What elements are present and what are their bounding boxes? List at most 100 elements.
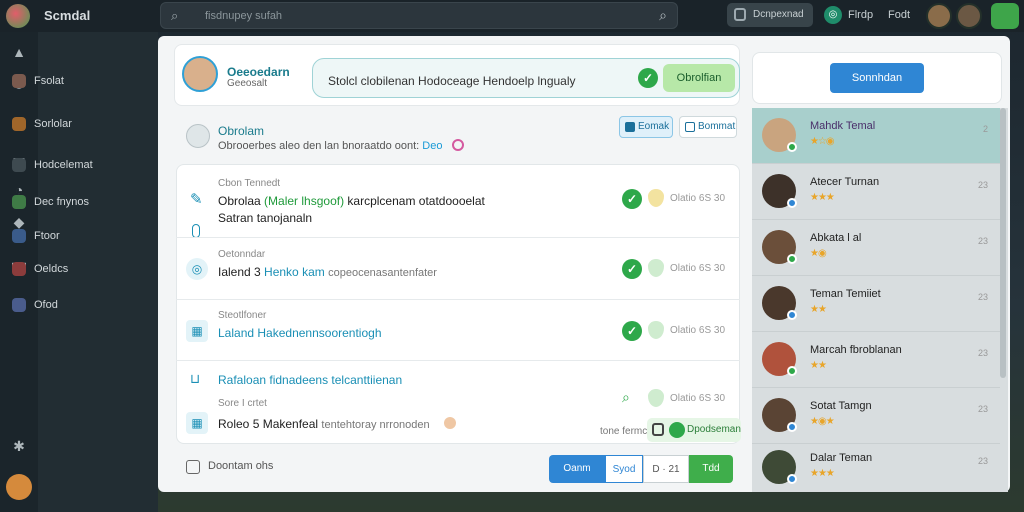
row-caption: Oetonndar <box>218 249 266 260</box>
row-id: Olatio 6S 30 <box>670 263 726 274</box>
contact-item[interactable]: Atecer Turnan ★★★ 23 <box>752 164 1000 220</box>
chart-icon: ▦ <box>186 320 208 342</box>
contact-time: 2 <box>982 124 988 134</box>
segment-button-4[interactable]: Tdd <box>689 455 733 483</box>
status-dot <box>787 310 797 320</box>
row-id: Olatio 6S 30 <box>670 325 726 336</box>
search-input[interactable]: fisdnupey sufah <box>205 10 282 22</box>
attachment-icon[interactable] <box>192 224 200 238</box>
status-icon[interactable]: ◎ <box>824 6 842 24</box>
chip-label: Bommat <box>698 121 736 132</box>
chart-icon: ▦ <box>186 412 208 434</box>
sidebar-item-icon <box>12 195 26 209</box>
group-link[interactable]: Deo <box>422 140 442 152</box>
document-button-label: Doontam ohs <box>208 460 274 472</box>
row-highlight[interactable]: (Maler lhsgoof) <box>264 194 344 208</box>
compose-submit-button[interactable]: Obrolfian <box>663 64 735 92</box>
rating-stars: ★◉★ <box>810 416 835 427</box>
row-main-text: Obrolaa (Maler lhsgoof) karcplcenam otat… <box>218 194 485 208</box>
sidebar-item[interactable]: Dec fnynos <box>12 193 118 211</box>
contact-name: Marcah fbroblanan <box>810 344 902 356</box>
contact-item[interactable]: Teman Temiiet ★★ 23 <box>752 276 1000 332</box>
row-text: Roleo 5 Makenfeal <box>218 417 319 431</box>
lock-icon <box>652 423 664 436</box>
row-highlight[interactable]: Henko kam <box>264 265 325 279</box>
sidebar-item[interactable]: Fsolat <box>12 72 118 90</box>
group-avatar[interactable] <box>186 124 210 148</box>
top-link-1[interactable]: Flrdp <box>848 9 873 21</box>
rating-stars: ★★★ <box>810 468 835 479</box>
sidebar-item-icon <box>12 117 26 131</box>
divider <box>176 360 740 361</box>
right-panel-button[interactable]: Sonnhdan <box>830 63 924 93</box>
contact-item[interactable]: Mahdk Temal ★☆◉ 2 <box>752 108 1000 164</box>
format-chip[interactable]: Bommat <box>679 116 737 138</box>
contact-item[interactable]: Dalar Teman ★★★ 23 <box>752 440 1000 496</box>
sidebar-item-label: Oeldcs <box>34 263 69 275</box>
contact-time: 23 <box>977 292 988 302</box>
app-logo-icon <box>6 4 30 28</box>
contact-item[interactable]: Marcah fbroblanan ★★ 23 <box>752 332 1000 388</box>
check-icon[interactable]: ✓ <box>638 68 658 88</box>
extensions-icon[interactable]: ✱ <box>10 438 28 456</box>
row-highlight[interactable]: Laland <box>218 326 254 340</box>
sidebar-item[interactable]: Ftoor <box>12 227 118 245</box>
row-title[interactable]: Rafaloan fidnadeens telcanttiienan <box>218 373 402 387</box>
app-launcher-icon[interactable] <box>991 3 1019 29</box>
chip-label: Eomak <box>638 121 670 132</box>
contact-name: Teman Temiiet <box>810 288 881 300</box>
heart-icon[interactable] <box>451 139 464 151</box>
contact-time: 23 <box>977 456 988 466</box>
sidebar-item-icon <box>12 74 26 88</box>
basket-icon: ⊔ <box>190 371 201 386</box>
segment-button-3[interactable]: D · 21 <box>643 455 689 483</box>
home-icon[interactable]: ▲ <box>10 44 28 62</box>
row-text: Ialend 3 <box>218 265 261 279</box>
contact-name: Atecer Turnan <box>810 176 880 188</box>
check-icon[interactable]: ✓ <box>622 189 642 209</box>
row-id: Olatio 6S 30 <box>670 193 726 204</box>
row-main-text: Ialend 3 Henko kam copeocenasantenfater <box>218 265 437 279</box>
sidebar-item-label: Fsolat <box>34 75 64 87</box>
sidebar-item-icon <box>12 158 26 172</box>
segment-button-2[interactable]: Syod <box>605 455 643 483</box>
top-link-2[interactable]: Fodt <box>888 9 910 21</box>
row-muted: tentehtoray nrronoden <box>321 419 430 431</box>
row-id: Olatio 6S 30 <box>670 393 726 404</box>
pencil-icon[interactable]: ✎ <box>190 190 203 208</box>
check-icon[interactable]: ✓ <box>622 321 642 341</box>
sidebar-item-icon <box>12 298 26 312</box>
sidebar-item[interactable]: Oeldcs <box>12 260 118 278</box>
sidebar-item-label: Ftoor <box>34 230 60 242</box>
contact-item[interactable]: Sotat Tamgn ★◉★ 23 <box>752 388 1000 444</box>
row-meta-label: tone fermct <box>600 426 651 437</box>
user-avatar[interactable] <box>956 3 982 29</box>
divider <box>176 299 740 300</box>
search-submit-icon[interactable]: ⌕ <box>659 7 667 24</box>
app-name: Scmdal <box>44 8 91 23</box>
sidebar-item[interactable]: Ofod <box>12 296 118 314</box>
search-icon: ⌕ <box>171 8 179 23</box>
top-pill-label: Dcnpexnad <box>753 9 804 20</box>
user-avatar[interactable] <box>926 3 952 29</box>
sidebar-item-label: Dec fnynos <box>34 196 90 208</box>
top-account-pill[interactable]: Dcnpexnad <box>727 3 813 27</box>
profile-avatar[interactable] <box>6 474 32 500</box>
sidebar-item[interactable]: Sorlolar <box>12 115 118 133</box>
sidebar-item[interactable]: Hodcelemat <box>12 156 118 174</box>
row-main-text: Roleo 5 Makenfeal tentehtoray nrronoden <box>218 417 430 431</box>
status-dot <box>787 198 797 208</box>
compose-text[interactable]: Stolcl clobilenan Hodoceage Hendoelp lng… <box>328 74 576 88</box>
search-bar[interactable]: ⌕ fisdnupey sufah ⌕ <box>160 2 678 29</box>
status-dot <box>787 422 797 432</box>
contact-list-scrollbar[interactable] <box>1000 108 1006 378</box>
email-chip[interactable]: Eomak <box>619 116 673 138</box>
segment-button-1[interactable]: Oanm <box>549 455 605 483</box>
author-avatar[interactable] <box>182 56 218 92</box>
check-icon[interactable]: ✓ <box>622 259 642 279</box>
document-button[interactable]: Doontam ohs <box>186 460 274 474</box>
contact-item[interactable]: Abkata l al ★◉ 23 <box>752 220 1000 276</box>
search-icon[interactable]: ⌕ <box>622 389 630 406</box>
contact-name: Abkata l al <box>810 232 862 244</box>
row-main-text: Laland Hakednennsoorentiogh <box>218 326 382 340</box>
